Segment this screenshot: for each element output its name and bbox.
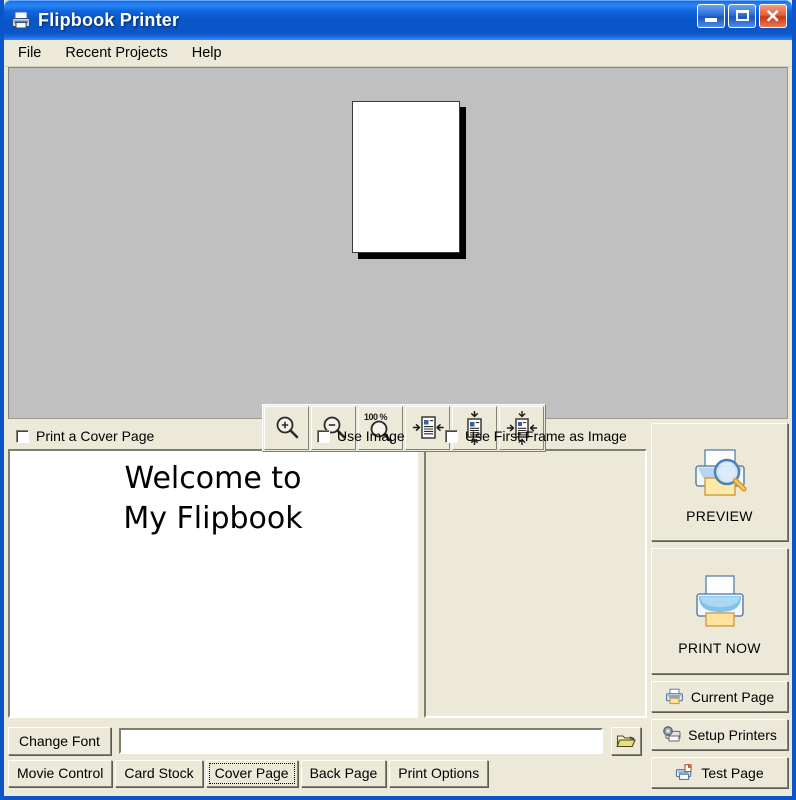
checkbox-box: [445, 429, 458, 443]
open-folder-icon: [616, 735, 636, 748]
preview-button[interactable]: PREVIEW: [651, 423, 788, 541]
action-panel-spacer: [651, 795, 788, 796]
menu-help[interactable]: Help: [188, 43, 232, 64]
tab-cover-page[interactable]: Cover Page: [205, 760, 298, 787]
page-preview[interactable]: [352, 101, 460, 253]
preview-button-label: PREVIEW: [686, 508, 753, 524]
checkbox-box: [317, 429, 330, 443]
window-title: Flipbook Printer: [38, 9, 180, 30]
caption-button-group: [697, 4, 787, 28]
current-page-label: Current Page: [690, 688, 775, 705]
title-bar: Flipbook Printer: [4, 0, 792, 40]
menu-recent-projects[interactable]: Recent Projects: [61, 43, 177, 64]
image-path-input[interactable]: [118, 728, 603, 754]
current-page-button[interactable]: Current Page: [651, 681, 788, 712]
lower-region: Print a Cover Page Use Image Use First F…: [4, 419, 792, 796]
cover-content-panes: Welcome to My Flipbook: [8, 449, 647, 722]
checkbox-use-image[interactable]: Use Image: [317, 428, 405, 444]
menu-file[interactable]: File: [14, 43, 51, 64]
zoom-100-label: 100 %: [364, 412, 388, 422]
printer-icon: [695, 575, 744, 627]
cover-image-panel[interactable]: [424, 449, 647, 718]
printer-small-icon: [665, 688, 683, 705]
checkbox-print-a-cover-page[interactable]: Print a Cover Page: [16, 428, 154, 444]
preview-canvas[interactable]: 100 %: [8, 67, 788, 452]
printer-icon: [10, 9, 32, 31]
font-and-path-row: Change Font: [8, 722, 647, 760]
application-window: Flipbook Printer File Recent Projects He…: [0, 0, 796, 800]
minimize-button[interactable]: [697, 4, 725, 28]
tab-movie-control[interactable]: Movie Control: [8, 760, 113, 787]
printer-magnifier-icon: [694, 449, 747, 496]
printer-settings-icon: [663, 726, 681, 742]
test-page-label: Test Page: [701, 764, 764, 781]
cover-text-editor[interactable]: Welcome to My Flipbook: [8, 449, 418, 718]
tab-bar: Movie Control Card Stock Cover Page Back…: [8, 760, 647, 796]
setup-printers-button[interactable]: Setup Printers: [651, 719, 788, 750]
checkbox-row: Print a Cover Page Use Image Use First F…: [8, 423, 647, 449]
tab-print-options[interactable]: Print Options: [389, 760, 489, 787]
browse-button[interactable]: [611, 727, 641, 755]
tab-card-stock[interactable]: Card Stock: [115, 760, 203, 787]
printer-page-icon: [676, 764, 693, 780]
checkbox-label: Use Image: [337, 428, 405, 444]
maximize-button[interactable]: [728, 4, 756, 28]
cover-text-value: Welcome to My Flipbook: [123, 461, 303, 536]
tab-cover-page-label: Cover Page: [214, 765, 289, 781]
checkbox-use-first-frame-as-image[interactable]: Use First Frame as Image: [445, 428, 627, 444]
checkbox-label: Print a Cover Page: [36, 428, 155, 444]
checkbox-label: Use First Frame as Image: [465, 428, 627, 444]
print-now-button[interactable]: PRINT NOW: [651, 548, 788, 674]
print-now-button-label: PRINT NOW: [678, 640, 761, 656]
checkbox-box: [16, 429, 29, 443]
close-icon: [767, 10, 779, 22]
close-button[interactable]: [759, 4, 787, 28]
setup-printers-label: Setup Printers: [688, 726, 777, 743]
change-font-button[interactable]: Change Font: [8, 727, 111, 755]
menu-bar: File Recent Projects Help: [4, 40, 792, 67]
cover-page-panel: Print a Cover Page Use Image Use First F…: [8, 423, 647, 796]
action-panel: PREVIEW PRINT NOW Current Page Setup Pri…: [651, 423, 788, 796]
test-page-button[interactable]: Test Page: [651, 757, 788, 788]
tab-back-page[interactable]: Back Page: [300, 760, 387, 787]
